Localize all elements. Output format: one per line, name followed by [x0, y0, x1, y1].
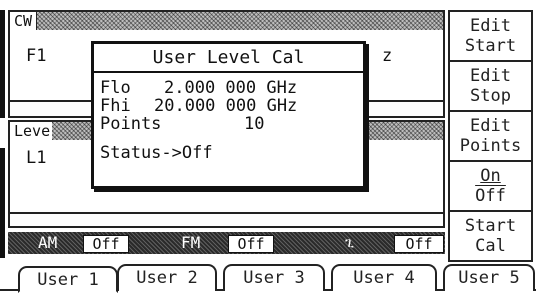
flo-label: Flo	[100, 78, 131, 98]
softkey-label-line2: Stop	[470, 86, 511, 106]
fm-state-indicator[interactable]: Off	[228, 235, 274, 253]
start-cal-softkey[interactable]: Start Cal	[448, 210, 533, 262]
left-edge-bar-top	[0, 10, 5, 118]
edit-start-softkey[interactable]: Edit Start	[448, 10, 533, 62]
left-edge-bar-bottom	[0, 148, 5, 258]
modulation-status-bar: AM Off FM Off ጊ Off	[8, 232, 445, 254]
level-label: L1	[26, 148, 47, 168]
am-label: AM	[38, 233, 58, 252]
fhi-label: Fhi	[100, 96, 131, 116]
cw-panel-title: CW	[10, 12, 38, 30]
on-off-softkey[interactable]: On Off	[448, 160, 533, 212]
edit-points-softkey[interactable]: Edit Points	[448, 110, 533, 162]
frequency-label: F1	[26, 46, 47, 66]
am-state-indicator[interactable]: Off	[83, 235, 129, 253]
status-text: Status->Off	[100, 143, 213, 163]
tab-user-5[interactable]: User 5	[443, 264, 535, 291]
tab-user-1[interactable]: User 1	[18, 266, 118, 293]
points-value[interactable]: 10	[244, 116, 264, 133]
softkey-label-line1: Edit	[470, 66, 511, 86]
fhi-value[interactable]: 20.000 000 GHz	[154, 98, 297, 115]
cw-panel-header: CW	[10, 12, 443, 30]
points-label: Points	[100, 114, 162, 134]
softkey-label-on: On	[480, 166, 501, 186]
softkey-label-line2: Start	[464, 36, 517, 56]
softkey-label-line2: Cal	[475, 236, 506, 256]
frequency-unit-fragment: z	[382, 46, 393, 66]
tab-user-3[interactable]: User 3	[223, 264, 325, 291]
level-panel-divider	[10, 212, 443, 214]
softkey-label-line2: Points	[459, 136, 522, 156]
edit-stop-softkey[interactable]: Edit Stop	[448, 60, 533, 112]
user-level-cal-dialog: User Level Cal Flo 2.000 000 GHz Fhi 20.…	[91, 41, 366, 189]
softkey-label-line1: Start	[464, 216, 517, 236]
tab-user-4[interactable]: User 4	[331, 264, 437, 291]
flo-value[interactable]: 2.000 000 GHz	[164, 80, 297, 97]
softkey-label-off: Off	[475, 186, 506, 206]
tab-user-2[interactable]: User 2	[117, 264, 217, 291]
fm-label: FM	[181, 233, 201, 252]
pulse-state-indicator[interactable]: Off	[394, 235, 444, 253]
level-panel-title: Leve	[10, 122, 53, 140]
softkey-label-line1: Edit	[470, 16, 511, 36]
pulse-icon: ጊ	[345, 235, 354, 251]
softkey-label-line1: Edit	[470, 116, 511, 136]
dialog-title: User Level Cal	[94, 44, 363, 73]
